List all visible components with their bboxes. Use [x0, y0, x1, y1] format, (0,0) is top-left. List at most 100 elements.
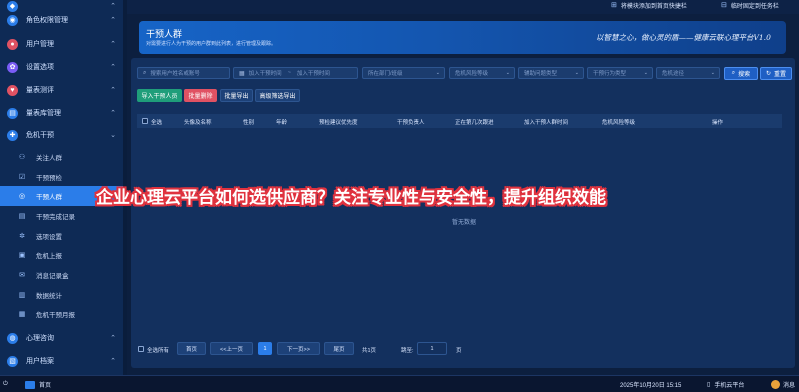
sidebar-subitem-label: 数据统计 — [36, 292, 62, 300]
page-subtitle: 对需要进行人为干预的用户群到此列表，进行管理及跟踪。 — [146, 41, 277, 47]
chevron-icon: ⌃ — [110, 17, 116, 24]
col-join-time: 加入干预人群时间 — [524, 120, 569, 126]
batch-export-button[interactable]: 批量导出 — [220, 89, 253, 102]
sidebar-item-6[interactable]: ✚ 危机干预 ⌄ — [0, 124, 123, 146]
next-page-button[interactable]: 下一页>> — [277, 342, 320, 355]
chevron-down-icon: ⌄ — [710, 70, 715, 76]
select-all-pages-label: 全选所有 — [147, 348, 170, 354]
page-title: 干预人群 — [146, 29, 183, 39]
last-page-button[interactable]: 尾页 — [324, 342, 354, 355]
sidebar-subitem-3[interactable]: ▤ 干预完成记录 — [0, 206, 123, 226]
risk-select[interactable]: 危机风险等级 ⌄ — [449, 67, 515, 79]
reset-button[interactable]: ↻ 重置 — [760, 67, 792, 80]
date-range-input[interactable]: ▦ 加入干预时间 ~ 加入干预时间 — [233, 67, 358, 79]
user-icon: ● — [7, 38, 18, 50]
sidebar-item-label: 角色权限管理 — [26, 17, 68, 24]
home-taskbar-button[interactable]: 首页 — [25, 379, 51, 390]
calendar-icon: ▦ — [239, 70, 245, 77]
sidebar-item-label: 设置选项 — [26, 64, 54, 71]
problem-type-select[interactable]: 辅助问题类型 ⌄ — [518, 67, 584, 79]
heart-icon: ♥ — [7, 84, 18, 96]
search-button[interactable]: ⌕ 搜索 — [724, 67, 758, 80]
col-select-all: 全选 — [151, 120, 163, 126]
sidebar-subitem-8[interactable]: ▦ 危机干预月报 — [0, 305, 123, 325]
first-page-button[interactable]: 首页 — [177, 342, 206, 355]
search-placeholder: 搜索用户姓名或账号 — [150, 71, 200, 77]
sidebar-subitem-6[interactable]: ✉ 消息记录盒 — [0, 265, 123, 285]
fix-to-taskbar-button[interactable]: ⊟ 临时固定到任务栏 — [721, 0, 779, 10]
sidebar-subitem-0[interactable]: ⚇ 关注人群 — [0, 147, 123, 167]
date-separator: ~ — [287, 70, 291, 76]
library-icon: ▤ — [7, 107, 18, 119]
sidebar-subitem-label: 关注人群 — [36, 154, 62, 162]
sidebar-subitem-4[interactable]: ✲ 选项设置 — [0, 226, 123, 246]
col-avatar-name: 头像及名称 — [184, 120, 212, 126]
mobile-platform-button[interactable]: ▯ 手机云平台 — [707, 379, 744, 390]
search-button-label: 搜索 — [738, 72, 751, 78]
batch-delete-label: 批量删除 — [188, 94, 213, 100]
batch-delete-button[interactable]: 批量删除 — [184, 89, 217, 102]
import-button[interactable]: 导入干预人员 — [137, 89, 182, 102]
select-all-pages-checkbox[interactable] — [138, 346, 144, 352]
chevron-down-icon: ⌄ — [505, 70, 510, 76]
power-icon[interactable]: ⏻ — [3, 379, 8, 390]
sidebar-subitem-label: 干预人群 — [36, 194, 62, 202]
col-priority: 预检建议优先度 — [319, 120, 358, 126]
advanced-export-label: 高级筛选导出 — [259, 94, 296, 100]
check-icon: ☑ — [18, 173, 26, 181]
message-button[interactable]: 消息 — [771, 379, 795, 390]
sidebar-subitem-label: 选项设置 — [36, 233, 62, 241]
sidebar-bottom-item-1[interactable]: ▧ 用户档案 ⌃ — [0, 350, 123, 372]
sidebar-item-5[interactable]: ▤ 量表库管理 ⌃ — [0, 102, 123, 124]
settings-icon: ✿ — [7, 61, 18, 73]
search-icon: ⌕ — [143, 69, 147, 76]
crisis-channel-placeholder: 危机途径 — [662, 71, 685, 77]
chevron-icon: ⌃ — [110, 41, 116, 48]
risk-placeholder: 危机风险等级 — [455, 71, 489, 77]
intervene-icon: ◎ — [18, 193, 26, 201]
prev-page-button[interactable]: <<上一页 — [210, 342, 253, 355]
report-icon: ▣ — [18, 252, 26, 260]
banner-slogan: 以智慧之心，做心灵的盾——健康云联心理平台V1.0 — [596, 33, 771, 42]
pin-to-home-button[interactable]: ⊞ 将模块添加到首页快捷栏 — [611, 0, 687, 10]
archive-icon: ▧ — [7, 355, 18, 367]
phone-icon: ▯ — [707, 382, 711, 388]
sidebar-item-2[interactable]: ● 用户管理 ⌃ — [0, 33, 123, 55]
refresh-icon: ↻ — [765, 71, 771, 77]
sidebar-subitem-label: 消息记录盒 — [36, 273, 69, 281]
message-icon: ✉ — [19, 272, 25, 280]
sidebar-item-4[interactable]: ♥ 量表测评 ⌃ — [0, 79, 123, 101]
empty-state-text: 暂无数据 — [452, 220, 477, 226]
sidebar-subitem-7[interactable]: ▥ 数据统计 — [0, 285, 123, 305]
message-icon — [771, 380, 780, 389]
chevron-down-icon: ⌄ — [643, 70, 648, 76]
col-age: 年龄 — [276, 120, 288, 126]
crisis-channel-select[interactable]: 危机途径 ⌄ — [656, 67, 720, 79]
chevron-icon: ⌄ — [110, 132, 116, 139]
people-icon: ⚇ — [18, 153, 26, 161]
fix-to-taskbar-label: 临时固定到任务栏 — [730, 3, 779, 10]
advanced-export-button[interactable]: 高级筛选导出 — [255, 89, 300, 102]
jump-page-input[interactable]: 1 — [417, 342, 447, 355]
select-all-checkbox[interactable] — [142, 118, 148, 124]
sidebar-item-label: 心理咨询 — [26, 335, 54, 342]
stats-icon: ▥ — [18, 291, 26, 299]
mobile-platform-label: 手机云平台 — [714, 383, 745, 389]
dept-select[interactable]: 所在部门/班级 ⌄ — [362, 67, 445, 79]
sidebar-bottom-item-0[interactable]: ◍ 心理咨询 ⌃ — [0, 327, 123, 349]
behavior-type-select[interactable]: 干预行为类型 ⌄ — [587, 67, 653, 79]
chevron-icon: ⌃ — [110, 358, 116, 365]
sidebar-item-1[interactable]: ◉ 角色权限管理 ⌃ — [0, 9, 123, 31]
sidebar-subitem-label: 危机干预月报 — [36, 312, 75, 320]
col-followup: 正在第几次跟进 — [455, 120, 494, 126]
sidebar-item-label: 用户管理 — [26, 41, 54, 48]
gear-icon: ✲ — [19, 232, 25, 240]
main-panel — [131, 58, 795, 368]
chevron-icon: ⌃ — [110, 64, 116, 71]
problem-type-placeholder: 辅助问题类型 — [524, 71, 558, 77]
sidebar-item-3[interactable]: ✿ 设置选项 ⌃ — [0, 56, 123, 78]
current-page-button[interactable]: 1 — [258, 342, 272, 355]
date-start-placeholder: 加入干预时间 — [248, 71, 282, 77]
search-input[interactable]: ⌕ 搜索用户姓名或账号 — [137, 67, 230, 79]
sidebar-subitem-5[interactable]: ▣ 危机上报 — [0, 246, 123, 266]
